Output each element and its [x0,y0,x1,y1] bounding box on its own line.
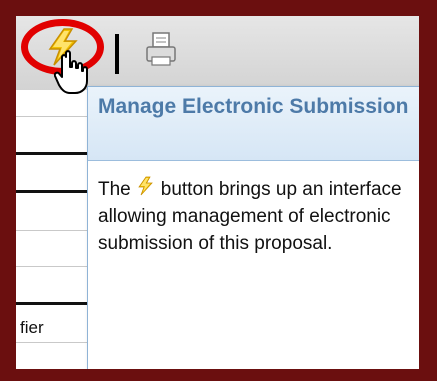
tooltip-body: The button brings up an interface allowi… [88,161,419,265]
lightning-bolt-icon [138,176,153,196]
tooltip-title: Manage Electronic Submission [98,95,409,118]
manage-electronic-submission-button[interactable] [42,27,86,67]
toolbar-divider [115,34,119,74]
lightning-bolt-icon [48,28,78,66]
print-button[interactable] [144,31,180,71]
table-cell-label: fier [20,318,44,337]
tooltip: Manage Electronic Submission The button … [87,86,419,369]
printer-icon [146,32,176,66]
screenshot-frame: fier Manage Electronic Submission The bu… [0,0,437,381]
tooltip-body-prefix: The [98,179,131,200]
tooltip-header: Manage Electronic Submission [88,87,419,161]
toolbar [16,16,419,91]
